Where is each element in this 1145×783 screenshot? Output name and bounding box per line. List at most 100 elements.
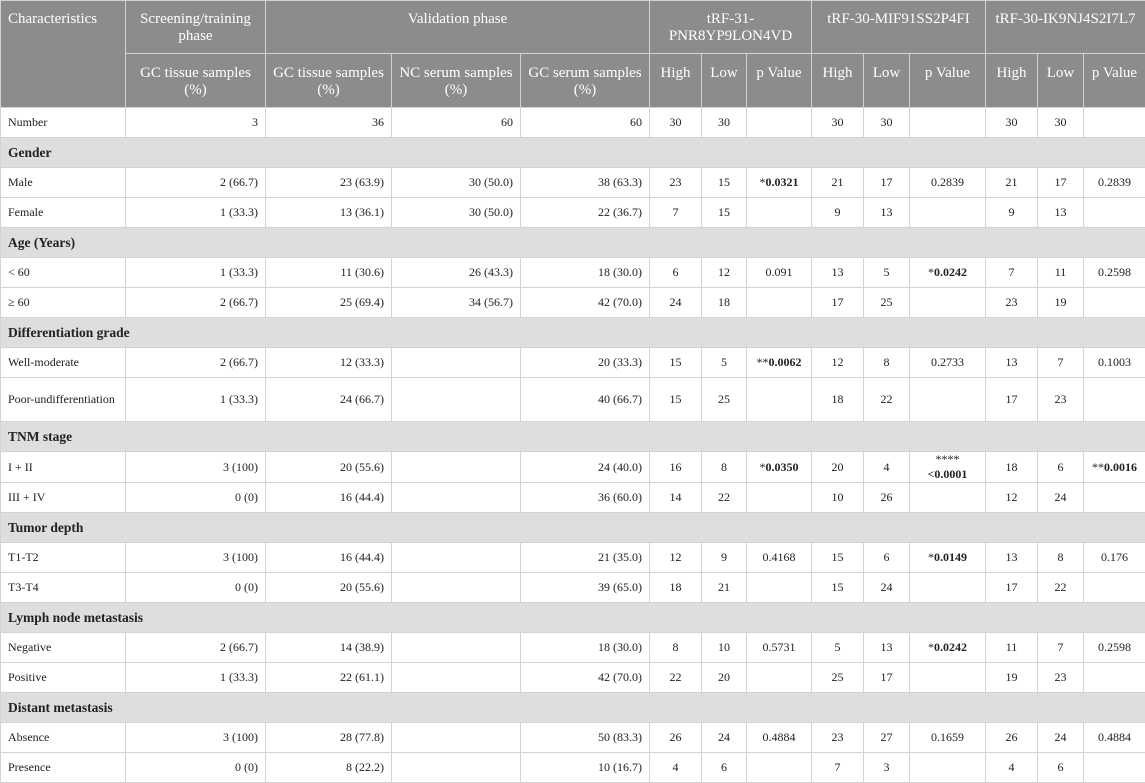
header-gc-tissue-validation: GC tissue samples (%) bbox=[266, 54, 392, 108]
trf1-p-value-cell bbox=[747, 108, 812, 138]
trf1-p-value-cell: *0.0321 bbox=[747, 168, 812, 198]
section-row: Tumor depth bbox=[1, 513, 1145, 543]
trf3-high-cell: 17 bbox=[986, 378, 1038, 422]
trf2-p-value-cell: *0.0149 bbox=[910, 543, 986, 573]
trf1-high-cell: 15 bbox=[650, 348, 702, 378]
table-row: < 601 (33.3)11 (30.6)26 (43.3)18 (30.0)6… bbox=[1, 258, 1145, 288]
screening-gc-tissue-cell: 3 (100) bbox=[126, 543, 266, 573]
section-row: Differentiation grade bbox=[1, 318, 1145, 348]
trf2-high-cell: 9 bbox=[812, 198, 864, 228]
row-label: < 60 bbox=[1, 258, 126, 288]
section-label: Age (Years) bbox=[1, 228, 1145, 258]
trf1-high-cell: 26 bbox=[650, 723, 702, 753]
table-row: Positive1 (33.3)22 (61.1)42 (70.0)222025… bbox=[1, 663, 1145, 693]
trf3-p-value-cell: 0.176 bbox=[1084, 543, 1145, 573]
table-row: T1-T23 (100)16 (44.4)21 (35.0)1290.41681… bbox=[1, 543, 1145, 573]
header-gc-tissue-screening: GC tissue samples (%) bbox=[126, 54, 266, 108]
trf3-low-cell: 8 bbox=[1038, 543, 1084, 573]
trf2-high-cell: 15 bbox=[812, 543, 864, 573]
significance-marker: ** bbox=[757, 355, 769, 369]
row-label: Poor-undifferentiation bbox=[1, 378, 126, 422]
p-value: 0.2598 bbox=[1098, 640, 1131, 654]
p-value: 0.1659 bbox=[931, 730, 964, 744]
trf1-high-cell: 22 bbox=[650, 663, 702, 693]
trf2-low-cell: 17 bbox=[864, 168, 910, 198]
characteristics-table: Characteristics Screening/training phase… bbox=[0, 0, 1145, 783]
trf1-high-cell: 23 bbox=[650, 168, 702, 198]
trf1-high-cell: 18 bbox=[650, 573, 702, 603]
header-trf1-p-value: p Value bbox=[747, 54, 812, 108]
trf1-low-cell: 6 bbox=[702, 753, 747, 783]
trf3-p-value-cell bbox=[1084, 483, 1145, 513]
gc-serum-cell: 36 (60.0) bbox=[521, 483, 650, 513]
trf3-low-cell: 24 bbox=[1038, 723, 1084, 753]
table-row: Presence0 (0)8 (22.2)10 (16.7)467346 bbox=[1, 753, 1145, 783]
validation-gc-tissue-cell: 11 (30.6) bbox=[266, 258, 392, 288]
p-value: 0.091 bbox=[766, 265, 793, 279]
trf1-p-value-cell bbox=[747, 378, 812, 422]
nc-serum-cell: 30 (50.0) bbox=[392, 198, 521, 228]
header-screening-phase: Screening/training phase bbox=[126, 1, 266, 54]
validation-gc-tissue-cell: 25 (69.4) bbox=[266, 288, 392, 318]
validation-gc-tissue-cell: 12 (33.3) bbox=[266, 348, 392, 378]
p-value: 0.4884 bbox=[763, 730, 796, 744]
table-body: Number3366060303030303030GenderMale2 (66… bbox=[1, 108, 1145, 783]
trf2-low-cell: 22 bbox=[864, 378, 910, 422]
validation-gc-tissue-cell: 24 (66.7) bbox=[266, 378, 392, 422]
trf3-low-cell: 13 bbox=[1038, 198, 1084, 228]
trf3-high-cell: 23 bbox=[986, 288, 1038, 318]
header-trf-30-mif91ss2p4fi: tRF-30-MIF91SS2P4FI bbox=[812, 1, 986, 54]
trf3-low-cell: 6 bbox=[1038, 753, 1084, 783]
table-row: Number3366060303030303030 bbox=[1, 108, 1145, 138]
p-value: 0.5731 bbox=[763, 640, 796, 654]
header-trf-30-ik9nj4s2i7l7: tRF-30-IK9NJ4S2I7L7 bbox=[986, 1, 1145, 54]
row-label: Female bbox=[1, 198, 126, 228]
trf2-high-cell: 10 bbox=[812, 483, 864, 513]
gc-serum-cell: 18 (30.0) bbox=[521, 633, 650, 663]
trf3-high-cell: 9 bbox=[986, 198, 1038, 228]
screening-gc-tissue-cell: 0 (0) bbox=[126, 573, 266, 603]
trf2-high-cell: 25 bbox=[812, 663, 864, 693]
table-row: Negative2 (66.7)14 (38.9)18 (30.0)8100.5… bbox=[1, 633, 1145, 663]
row-label: T3-T4 bbox=[1, 573, 126, 603]
trf2-low-cell: 4 bbox=[864, 452, 910, 483]
trf1-high-cell: 12 bbox=[650, 543, 702, 573]
trf3-high-cell: 21 bbox=[986, 168, 1038, 198]
header-trf2-low: Low bbox=[864, 54, 910, 108]
gc-serum-cell: 50 (83.3) bbox=[521, 723, 650, 753]
screening-gc-tissue-cell: 1 (33.3) bbox=[126, 663, 266, 693]
trf1-high-cell: 30 bbox=[650, 108, 702, 138]
trf3-p-value-cell: 0.2598 bbox=[1084, 633, 1145, 663]
trf3-p-value-cell: **0.0016 bbox=[1084, 452, 1145, 483]
row-label: Number bbox=[1, 108, 126, 138]
trf1-low-cell: 22 bbox=[702, 483, 747, 513]
trf3-low-cell: 6 bbox=[1038, 452, 1084, 483]
trf3-low-cell: 22 bbox=[1038, 573, 1084, 603]
trf1-low-cell: 8 bbox=[702, 452, 747, 483]
section-row: Lymph node metastasis bbox=[1, 603, 1145, 633]
trf1-low-cell: 10 bbox=[702, 633, 747, 663]
trf1-low-cell: 24 bbox=[702, 723, 747, 753]
trf2-high-cell: 12 bbox=[812, 348, 864, 378]
significance-marker: **** bbox=[936, 452, 960, 466]
trf1-high-cell: 16 bbox=[650, 452, 702, 483]
gc-serum-cell: 20 (33.3) bbox=[521, 348, 650, 378]
p-value: 0.0242 bbox=[934, 640, 967, 654]
validation-gc-tissue-cell: 22 (61.1) bbox=[266, 663, 392, 693]
trf3-low-cell: 24 bbox=[1038, 483, 1084, 513]
nc-serum-cell bbox=[392, 348, 521, 378]
header-trf-31-pnr8yp9lon4vd: tRF-31-PNR8YP9LON4VD bbox=[650, 1, 812, 54]
gc-serum-cell: 21 (35.0) bbox=[521, 543, 650, 573]
p-value: 0.1003 bbox=[1098, 355, 1131, 369]
table-row: T3-T40 (0)20 (55.6)39 (65.0)182115241722 bbox=[1, 573, 1145, 603]
trf2-p-value-cell: *0.0242 bbox=[910, 633, 986, 663]
trf1-high-cell: 15 bbox=[650, 378, 702, 422]
trf2-low-cell: 26 bbox=[864, 483, 910, 513]
trf1-high-cell: 24 bbox=[650, 288, 702, 318]
trf2-low-cell: 30 bbox=[864, 108, 910, 138]
trf1-p-value-cell: 0.4884 bbox=[747, 723, 812, 753]
trf3-p-value-cell bbox=[1084, 663, 1145, 693]
trf3-high-cell: 18 bbox=[986, 452, 1038, 483]
trf1-low-cell: 30 bbox=[702, 108, 747, 138]
p-value: 0.0350 bbox=[766, 460, 799, 474]
